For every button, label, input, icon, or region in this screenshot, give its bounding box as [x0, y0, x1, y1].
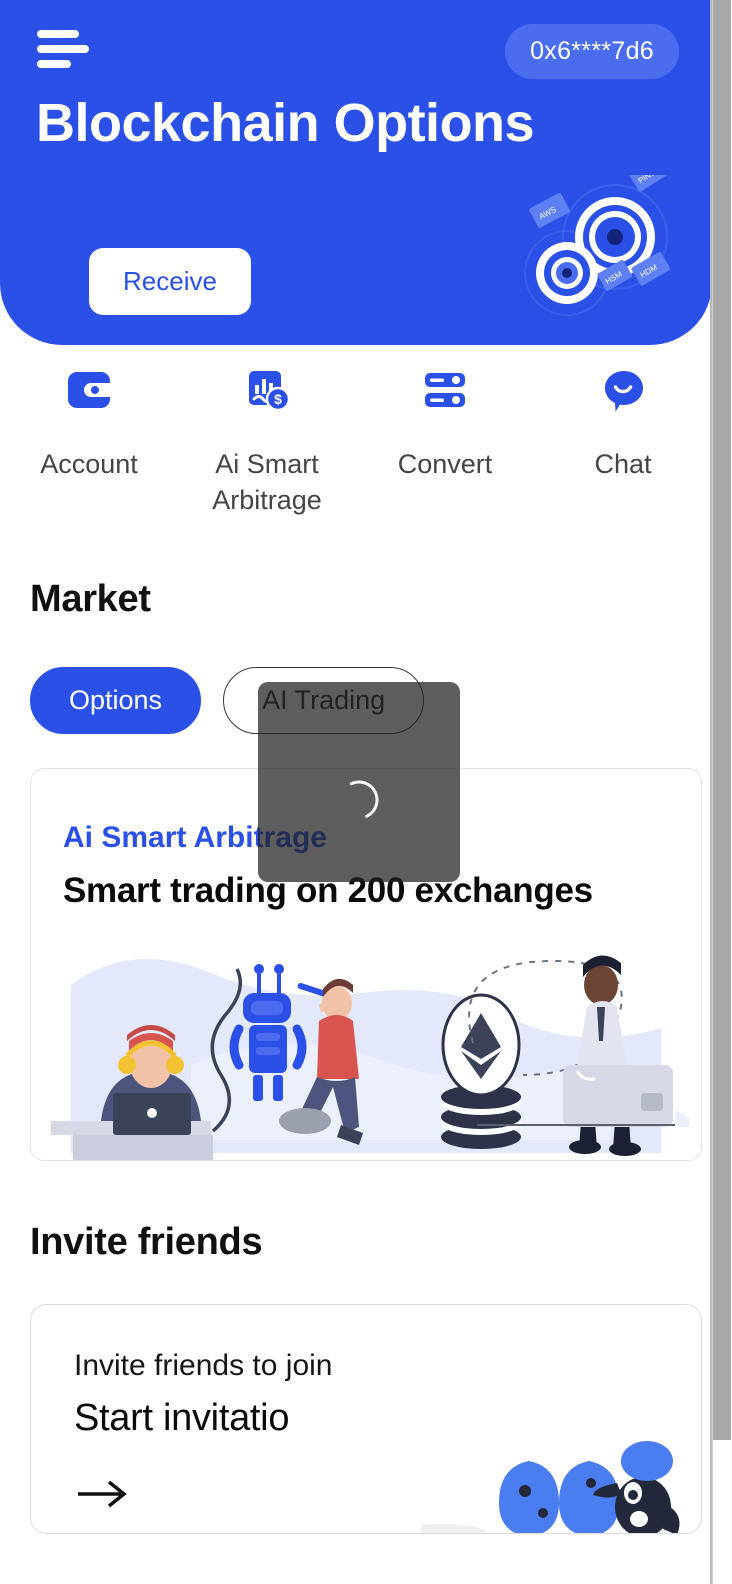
header-tech-illustration: AWS PING HSM HDM — [524, 175, 670, 316]
quick-action-label: Chat — [594, 449, 652, 479]
quick-actions-row: Account $ Ai Smart Arbitrage Convert Cha… — [0, 363, 712, 518]
card-heading: Smart trading on 200 exchanges — [63, 871, 593, 911]
market-section-title: Market — [30, 578, 151, 621]
svg-text:HSM: HSM — [604, 269, 624, 286]
invite-section-title: Invite friends — [30, 1221, 263, 1264]
scrollbar-thumb[interactable] — [713, 0, 731, 1440]
quick-action-chat[interactable]: Chat — [534, 363, 712, 518]
invite-friends-card[interactable]: Invite friends to join Start invitatio — [30, 1304, 702, 1535]
quick-action-ai-smart-arbitrage[interactable]: $ Ai Smart Arbitrage — [178, 363, 356, 518]
app-screen: 0x6****7d6 Blockchain Options Receive AW… — [0, 0, 732, 1584]
svg-text:PING: PING — [636, 175, 657, 185]
invite-illustration — [421, 1441, 680, 1534]
svg-text:AWS: AWS — [538, 205, 558, 221]
svg-text:$: $ — [274, 391, 282, 407]
wallet-address-badge[interactable]: 0x6****7d6 — [505, 24, 679, 79]
quick-action-label: Convert — [397, 449, 493, 479]
invite-subtitle: Invite friends to join — [74, 1349, 333, 1383]
page-title: Blockchain Options — [36, 93, 535, 153]
scrollbar-track[interactable] — [712, 0, 732, 1584]
arbitrage-illustration — [51, 955, 690, 1161]
receive-button[interactable]: Receive — [89, 248, 251, 315]
hamburger-bar-3 — [37, 60, 71, 68]
market-tabs: Options AI Trading — [30, 667, 732, 735]
wallet-icon — [62, 363, 116, 417]
ai-smart-arbitrage-card[interactable]: Ai Smart Arbitrage Smart trading on 200 … — [30, 768, 702, 1162]
app-header: 0x6****7d6 Blockchain Options Receive AW… — [0, 0, 712, 345]
chart-dollar-icon: $ — [240, 363, 294, 417]
quick-action-label: Account — [40, 449, 138, 479]
arrow-right-icon[interactable] — [76, 1477, 130, 1511]
hamburger-bar-1 — [37, 30, 79, 38]
quick-action-convert[interactable]: Convert — [356, 363, 534, 518]
hamburger-menu-icon[interactable] — [37, 30, 89, 68]
tab-options[interactable]: Options — [30, 667, 202, 735]
chat-bubble-icon — [596, 363, 650, 417]
hamburger-bar-2 — [37, 45, 89, 53]
sliders-icon — [418, 363, 472, 417]
tab-ai-trading[interactable]: AI Trading — [223, 667, 425, 735]
quick-action-account[interactable]: Account — [0, 363, 178, 518]
card-eyebrow-label: Ai Smart Arbitrage — [63, 821, 327, 855]
svg-text:HDM: HDM — [639, 262, 660, 279]
quick-action-label: Ai Smart Arbitrage — [212, 449, 322, 515]
